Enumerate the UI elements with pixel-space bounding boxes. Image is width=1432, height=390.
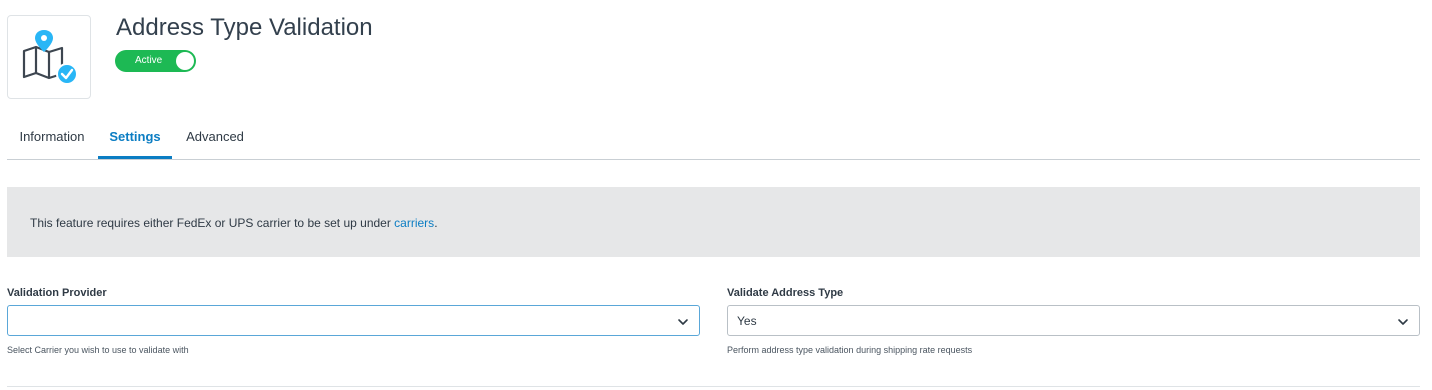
map-location-check-icon [22,30,78,85]
section-divider [7,386,1420,387]
page-title: Address Type Validation [116,14,373,41]
notice-suffix: . [434,216,438,230]
validation-provider-help: Select Carrier you wish to use to valida… [7,345,189,355]
notice-text: This feature requires either FedEx or UP… [30,216,438,230]
tab-settings[interactable]: Settings [98,118,172,159]
app-icon-tile [7,15,91,99]
status-label: Active [135,55,163,66]
validate-address-type-help: Perform address type validation during s… [727,345,973,355]
validate-address-type-value: Yes [737,314,757,328]
chevron-down-icon [1398,319,1408,325]
notice-message: This feature requires either FedEx or UP… [30,216,395,230]
validation-provider-label: Validation Provider [7,287,107,299]
tab-information[interactable]: Information [7,118,97,159]
carriers-link[interactable]: carriers [394,216,434,230]
toggle-knob [176,52,194,70]
validation-provider-select[interactable] [7,305,700,336]
active-status-toggle[interactable]: Active [115,50,196,72]
tab-advanced[interactable]: Advanced [177,118,253,159]
carrier-requirement-notice: This feature requires either FedEx or UP… [7,187,1420,257]
tab-bar: Information Settings Advanced [7,118,1420,160]
validate-address-type-select[interactable]: Yes [727,305,1420,336]
chevron-down-icon [678,319,688,325]
validate-address-type-label: Validate Address Type [727,287,844,299]
